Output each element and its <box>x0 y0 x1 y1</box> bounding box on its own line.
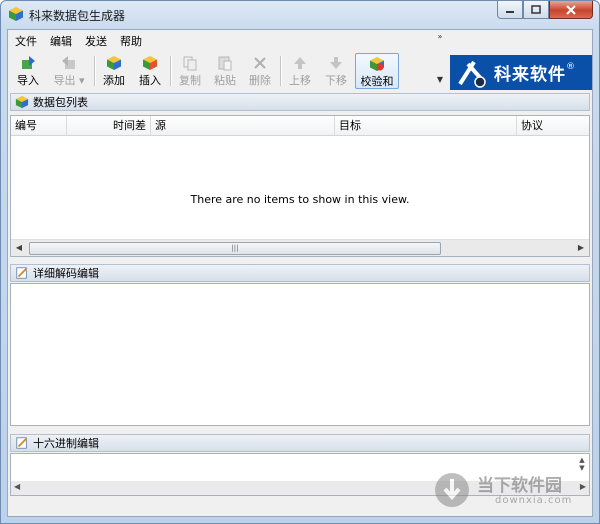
scrollbar-thumb[interactable]: ||| <box>29 242 441 255</box>
close-button[interactable] <box>549 1 593 19</box>
menu-file[interactable]: 文件 <box>8 30 43 50</box>
scroll-left-icon[interactable]: ◀ <box>11 240 27 256</box>
download-arrow-icon <box>435 473 469 507</box>
scroll-right-icon[interactable]: ▶ <box>573 240 589 256</box>
packet-list-header: 数据包列表 <box>10 93 590 111</box>
move-up-label: 上移 <box>289 74 311 87</box>
scroll-left-icon[interactable]: ◀ <box>14 482 20 491</box>
client-area: 文件 编辑 发送 帮助 导入 导出 ▾ 添加 插入 复制 粘贴 删除 上移 下移… <box>7 29 593 517</box>
column-number[interactable]: 编号 <box>11 116 67 135</box>
watermark-text: 当下软件园 <box>477 476 562 496</box>
add-button[interactable]: 添加 <box>98 53 130 89</box>
logo-mark-icon <box>458 60 486 88</box>
toolbar: 导入 导出 ▾ 添加 插入 复制 粘贴 删除 上移 下移 校验和 <box>8 52 444 90</box>
export-dropdown-icon: ▾ <box>75 74 85 87</box>
edit-notepad-icon <box>16 267 27 279</box>
import-icon <box>22 56 35 69</box>
export-icon <box>62 56 75 69</box>
insert-label: 插入 <box>139 74 161 87</box>
main-window: 科来数据包生成器 文件 编辑 发送 帮助 导入 导出 ▾ 添加 插入 复制 粘贴… <box>0 0 600 524</box>
column-protocol[interactable]: 协议 <box>517 116 589 135</box>
menu-help[interactable]: 帮助 <box>113 30 148 50</box>
toolbar-overflow-button[interactable]: » ▼ <box>436 32 444 88</box>
move-up-button[interactable]: 上移 <box>284 53 316 89</box>
add-label: 添加 <box>103 74 125 87</box>
arrow-up-icon <box>294 57 306 69</box>
delete-label: 删除 <box>249 74 271 87</box>
insert-button[interactable]: 插入 <box>134 53 166 89</box>
checksum-label: 校验和 <box>360 75 394 88</box>
arrow-down-icon <box>330 57 342 69</box>
decode-panel-title: 详细解码编辑 <box>33 267 99 280</box>
import-button[interactable]: 导入 <box>12 53 44 89</box>
delete-button[interactable]: 删除 <box>244 53 276 89</box>
empty-list-message: There are no items to show in this view. <box>190 193 410 206</box>
minimize-button[interactable] <box>497 1 523 19</box>
insert-packet-icon <box>143 56 157 70</box>
minimize-icon <box>506 10 514 13</box>
copy-label: 复制 <box>179 74 201 87</box>
packet-list-icon <box>15 95 29 109</box>
watermark-url: downxia.com <box>495 495 573 506</box>
title-bar[interactable]: 科来数据包生成器 <box>1 1 599 27</box>
menu-edit[interactable]: 编辑 <box>43 30 78 50</box>
list-header-row: 编号 时间差 源 目标 协议 <box>11 116 589 136</box>
app-cube-icon <box>9 7 23 21</box>
hex-panel-header: 十六进制编辑 <box>10 434 590 452</box>
packet-list-title: 数据包列表 <box>33 96 88 109</box>
export-label: 导出 <box>53 74 76 87</box>
packet-list-view[interactable]: 编号 时间差 源 目标 协议 There are no items to sho… <box>10 115 590 257</box>
decode-panel-header: 详细解码编辑 <box>10 264 590 282</box>
import-label: 导入 <box>17 74 39 87</box>
delete-icon <box>254 57 266 69</box>
hex-panel-title: 十六进制编辑 <box>33 437 99 450</box>
column-time-delta[interactable]: 时间差 <box>67 116 151 135</box>
brand-logo: 科来软件 ® <box>450 55 592 90</box>
paste-icon <box>218 56 232 71</box>
copy-icon <box>183 56 197 71</box>
scroll-down-icon: ▼ <box>436 75 444 84</box>
maximize-icon <box>531 5 541 14</box>
add-packet-icon <box>107 56 121 70</box>
chevron-right-icon: » <box>437 32 443 41</box>
registered-mark-icon: ® <box>566 61 575 72</box>
move-down-button[interactable]: 下移 <box>320 53 352 89</box>
maximize-button[interactable] <box>523 1 549 19</box>
menu-send[interactable]: 发送 <box>78 30 113 50</box>
paste-label: 粘贴 <box>214 74 236 87</box>
menu-bar: 文件 编辑 发送 帮助 <box>8 30 438 50</box>
move-down-label: 下移 <box>325 74 347 87</box>
decode-editor[interactable] <box>10 283 590 426</box>
paste-button[interactable]: 粘贴 <box>209 53 241 89</box>
watermark: 当下软件园 downxia.com <box>431 467 591 513</box>
edit-notepad-icon <box>16 437 27 449</box>
logo-text: 科来软件 <box>494 65 566 85</box>
column-destination[interactable]: 目标 <box>335 116 517 135</box>
column-source[interactable]: 源 <box>151 116 335 135</box>
copy-button[interactable]: 复制 <box>174 53 206 89</box>
window-title: 科来数据包生成器 <box>29 9 126 23</box>
checksum-icon <box>370 57 384 71</box>
close-icon <box>566 4 576 15</box>
checksum-button[interactable]: 校验和 <box>355 53 399 89</box>
horizontal-scrollbar[interactable]: ◀ ||| ▶ <box>11 239 589 256</box>
export-button[interactable]: 导出 ▾ <box>48 53 90 89</box>
